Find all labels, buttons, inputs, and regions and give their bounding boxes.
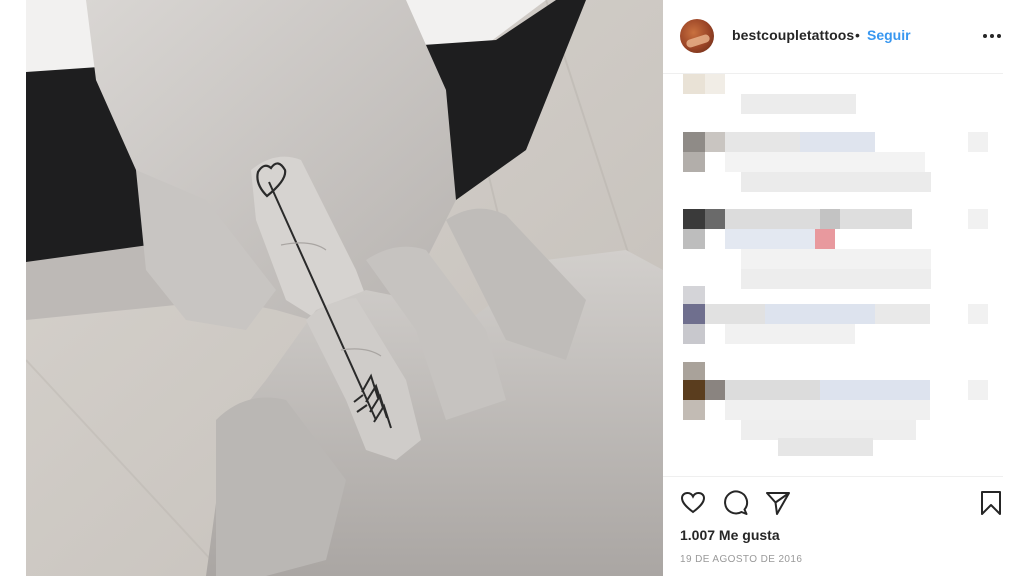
pixel-block xyxy=(705,380,725,400)
pixel-block xyxy=(725,132,800,152)
pixel-block xyxy=(725,324,855,344)
follow-button[interactable]: Seguir xyxy=(867,27,911,43)
pixel-block xyxy=(778,438,873,456)
post-side-panel: bestcoupletattoos • Seguir 1.007 Me gust… xyxy=(663,0,1024,576)
pixel-block xyxy=(683,286,705,306)
pixel-block xyxy=(765,304,875,324)
pixel-block xyxy=(725,380,820,400)
pixel-block xyxy=(683,209,705,229)
pixel-block xyxy=(683,362,705,382)
pixel-block xyxy=(725,209,820,229)
post-header: bestcoupletattoos • Seguir xyxy=(663,0,1003,74)
bookmark-glyph xyxy=(981,491,1001,515)
pixel-block xyxy=(725,400,930,420)
pixel-block xyxy=(725,152,925,172)
pixel-block xyxy=(741,172,931,192)
more-options-icon[interactable] xyxy=(981,26,1003,47)
pixel-block xyxy=(968,304,988,324)
pixel-block xyxy=(683,74,705,94)
comments-scroll-area[interactable] xyxy=(1003,74,1024,476)
pixel-block xyxy=(820,209,840,229)
pixel-block xyxy=(683,400,705,420)
username-link[interactable]: bestcoupletattoos xyxy=(732,27,854,43)
dots-glyph xyxy=(983,34,1001,38)
pixel-block xyxy=(741,420,916,440)
pixel-block xyxy=(705,132,725,152)
pixel-block xyxy=(683,324,705,344)
tattoo-photo-illustration xyxy=(26,0,663,576)
pixel-block xyxy=(725,229,815,249)
pixel-block xyxy=(968,209,988,229)
pixel-block xyxy=(683,132,705,152)
comments-section-pixelated xyxy=(663,74,1003,476)
pixel-block xyxy=(820,380,930,400)
comment-icon[interactable] xyxy=(723,490,749,516)
left-gutter xyxy=(0,0,26,576)
pixel-block xyxy=(683,380,705,400)
pixel-block xyxy=(815,229,835,249)
pixel-block xyxy=(705,304,765,324)
header-separator: • xyxy=(855,27,860,43)
pixel-block xyxy=(875,304,930,324)
likes-count[interactable]: 1.007 Me gusta xyxy=(680,527,780,543)
pixel-block xyxy=(968,132,988,152)
bookmark-icon[interactable] xyxy=(978,490,1004,516)
pixel-block xyxy=(683,229,705,249)
heart-icon[interactable] xyxy=(680,490,706,516)
share-glyph xyxy=(766,492,790,515)
comment-glyph xyxy=(724,490,749,515)
post-actions: 1.007 Me gusta 19 DE AGOSTO DE 2016 xyxy=(663,476,1003,576)
pixel-block xyxy=(683,304,705,324)
heart-glyph xyxy=(680,491,706,514)
pixel-block xyxy=(683,152,705,172)
pixel-block xyxy=(968,380,988,400)
share-icon[interactable] xyxy=(765,490,791,516)
post-date[interactable]: 19 DE AGOSTO DE 2016 xyxy=(680,554,802,565)
pixel-block xyxy=(741,249,931,269)
post-photo[interactable] xyxy=(26,0,663,576)
pixel-block xyxy=(800,132,875,152)
pixel-block xyxy=(741,269,931,289)
pixel-block xyxy=(705,209,725,229)
pixel-block xyxy=(840,209,912,229)
avatar[interactable] xyxy=(680,19,714,53)
pixel-block xyxy=(705,74,725,94)
pixel-block xyxy=(741,94,856,114)
